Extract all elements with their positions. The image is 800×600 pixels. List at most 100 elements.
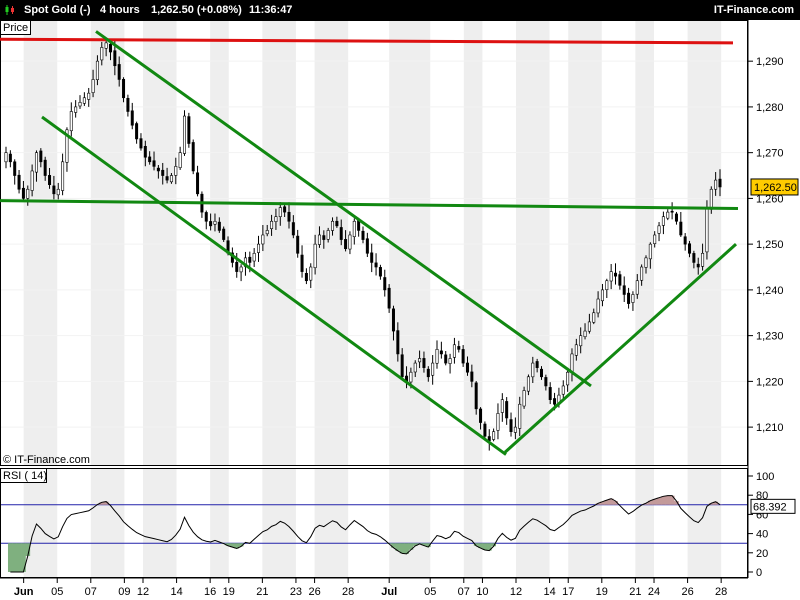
candle-body [435, 349, 439, 364]
candle-body [283, 206, 287, 213]
price-tick-label: 1,210 [756, 422, 784, 434]
price-axis: 1,2101,2201,2301,2401,2501,2601,2701,280… [748, 56, 784, 434]
shade-band [262, 20, 296, 466]
candle-body [409, 371, 413, 383]
candle-body [383, 277, 387, 291]
shade-band [143, 468, 177, 578]
time-tick-label: 28 [342, 586, 354, 598]
candle-body [148, 156, 152, 163]
shade-band [463, 20, 483, 466]
rsi-tick-label: 0 [756, 567, 762, 579]
candle-body [661, 216, 665, 226]
candle-body [705, 207, 709, 253]
time-tick-label: 10 [476, 586, 488, 598]
price-panel-label: Price [3, 22, 28, 34]
candle-body [679, 221, 683, 236]
candle-body [87, 92, 91, 100]
candle-body [391, 308, 395, 332]
time-tick-label: Jun [14, 586, 34, 598]
candle-body [657, 225, 661, 234]
shade-band [635, 468, 655, 578]
candle-body [209, 221, 213, 227]
candle-body [165, 176, 169, 181]
candle-body [322, 235, 326, 240]
candle-body [396, 330, 400, 355]
candle-body [470, 371, 474, 382]
candle-body [169, 175, 173, 183]
candle-body [213, 220, 217, 225]
candle-body [696, 263, 700, 268]
time-tick-label: 05 [424, 586, 436, 598]
candle-body [561, 385, 565, 395]
candle-body [378, 267, 382, 277]
candle-body [553, 398, 557, 405]
candle-body [692, 253, 696, 263]
candle-body [270, 220, 274, 229]
candle-body [640, 266, 644, 281]
candle-body [43, 159, 47, 176]
time-tick-label: 12 [510, 586, 522, 598]
candle-body [48, 175, 52, 185]
rsi-axis: 020406080100 [748, 471, 774, 579]
candle-body [644, 257, 648, 268]
shade-band [314, 468, 349, 578]
candle-body [235, 261, 239, 272]
candle-body [483, 423, 487, 437]
candle-body [17, 174, 21, 190]
rsi-tick-label: 40 [756, 529, 768, 541]
price-tick-label: 1,280 [756, 102, 784, 114]
candle-body [370, 252, 374, 263]
price-tick-label: 1,250 [756, 239, 784, 251]
time-tick-label: 23 [290, 586, 302, 598]
time-tick-label: 14 [170, 586, 182, 598]
candle-body [666, 211, 670, 219]
candle-body [426, 368, 430, 378]
candle-body [461, 349, 465, 364]
candle-body [344, 239, 348, 250]
candle-body [535, 361, 539, 368]
candle-body [374, 262, 378, 268]
candle-body [174, 166, 178, 176]
time-tick-label: 19 [223, 586, 235, 598]
candle-body [365, 238, 369, 254]
candle-body [191, 142, 195, 172]
time-tick-label: 21 [256, 586, 268, 598]
candle-body [592, 312, 596, 323]
candle-body [30, 170, 34, 191]
candle-body [444, 354, 448, 364]
candle-body [100, 47, 104, 61]
rsi-tick-label: 100 [756, 471, 774, 483]
candle-body [196, 172, 200, 195]
rsi-tick-label: 20 [756, 548, 768, 560]
time-tick-label: 16 [204, 586, 216, 598]
candle-body [313, 243, 317, 269]
shade-band [389, 20, 431, 466]
candle-body [13, 161, 17, 176]
candle-body [91, 79, 95, 93]
candle-body [479, 408, 483, 423]
time-tick-label: 17 [562, 586, 574, 598]
candle-body [400, 354, 404, 378]
candle-body [178, 152, 182, 168]
shade-band [568, 468, 602, 578]
candle-body [296, 235, 300, 254]
candle-body [718, 178, 722, 188]
candle-body [261, 234, 265, 245]
candle-body [139, 138, 143, 149]
candle-body [609, 271, 613, 282]
candle-body [204, 212, 208, 222]
candle-body [631, 294, 635, 303]
candle-body [122, 78, 126, 99]
candle-body [614, 272, 618, 277]
candle-body [217, 221, 221, 231]
time-tick-label: 09 [118, 586, 130, 598]
candle-body [304, 272, 308, 282]
candle-body [422, 358, 426, 368]
candle-body [161, 169, 165, 176]
time-tick-label: 19 [596, 586, 608, 598]
candle-body [156, 167, 160, 172]
candle-body [618, 274, 622, 286]
price-tick-label: 1,270 [756, 148, 784, 160]
candle-body [457, 346, 461, 350]
candle-body [187, 116, 191, 144]
